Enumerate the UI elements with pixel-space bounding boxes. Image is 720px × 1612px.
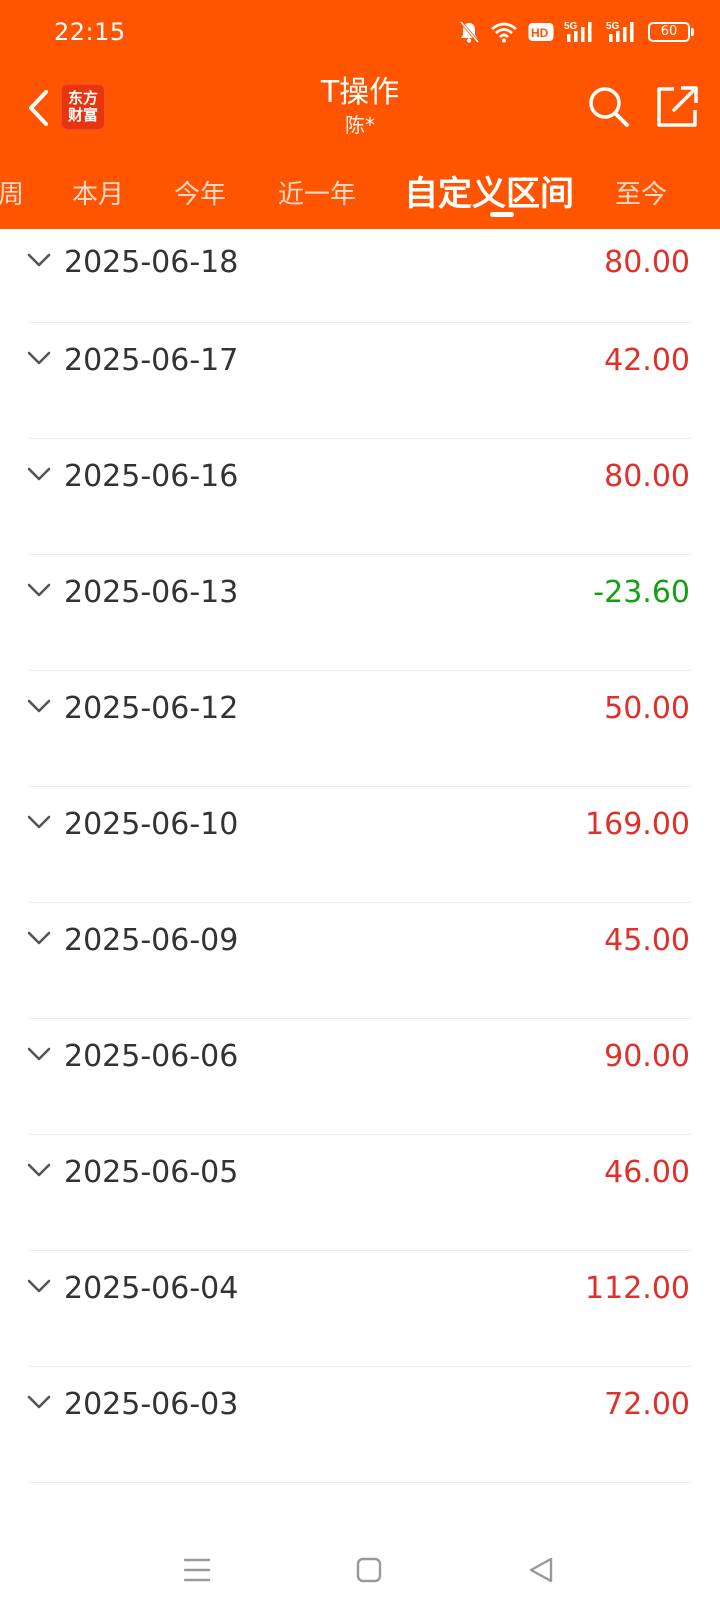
chevron-down-icon[interactable] xyxy=(26,349,52,367)
app-header: 22:15 HD 5G 5G 60 东方 财富 T操作 陈* 周 本月 今年 近… xyxy=(0,0,720,229)
row-amount: 50.00 xyxy=(604,691,690,726)
chevron-down-icon[interactable] xyxy=(26,251,52,269)
tab-to-date[interactable]: 至今 xyxy=(615,174,667,211)
page-title: T操作 xyxy=(320,75,400,110)
list-item[interactable]: 2025-06-17 42.00 xyxy=(0,323,720,439)
row-amount: 80.00 xyxy=(604,245,690,280)
row-date: 2025-06-09 xyxy=(64,923,239,958)
signal-5g-icon: 5G xyxy=(564,18,596,46)
row-date: 2025-06-17 xyxy=(64,343,239,378)
row-amount: -23.60 xyxy=(593,575,690,610)
logo-text-line2: 财富 xyxy=(67,106,98,124)
chevron-down-icon[interactable] xyxy=(26,1161,52,1179)
chevron-down-icon[interactable] xyxy=(26,581,52,599)
system-nav-bar xyxy=(0,1536,720,1612)
chevron-down-icon[interactable] xyxy=(26,465,52,483)
list-item[interactable]: 2025-06-16 80.00 xyxy=(0,439,720,555)
hd-badge-icon: HD xyxy=(528,18,554,46)
mute-bell-icon xyxy=(458,18,480,46)
row-amount: 112.00 xyxy=(585,1271,690,1306)
daily-profit-list: 2025-06-18 80.00 2025-06-17 42.00 2025-0… xyxy=(0,229,720,1483)
status-bar: 22:15 HD 5G 5G 60 xyxy=(0,0,720,64)
app-logo: 东方 财富 xyxy=(61,84,105,130)
row-date: 2025-06-16 xyxy=(64,459,239,494)
row-amount: 45.00 xyxy=(604,923,690,958)
nav-back-button[interactable] xyxy=(519,1548,563,1592)
tab-this-year[interactable]: 今年 xyxy=(174,174,226,211)
nav-home-button[interactable] xyxy=(347,1548,391,1592)
chevron-left-icon xyxy=(29,90,48,126)
divider xyxy=(28,1482,692,1483)
title-block: T操作 陈* xyxy=(210,74,510,138)
row-date: 2025-06-13 xyxy=(64,575,239,610)
chevron-down-icon[interactable] xyxy=(26,1277,52,1295)
row-date: 2025-06-12 xyxy=(64,691,239,726)
row-date: 2025-06-18 xyxy=(64,245,239,280)
logo-text-line1: 东方 xyxy=(67,89,98,107)
status-time: 22:15 xyxy=(54,18,126,46)
row-amount: 46.00 xyxy=(604,1155,690,1190)
period-tabs: 周 本月 今年 近一年 自定义区间 至今 xyxy=(0,160,720,229)
svg-text:5G: 5G xyxy=(564,21,578,32)
nav-menu-button[interactable] xyxy=(175,1548,219,1592)
row-date: 2025-06-03 xyxy=(64,1387,239,1422)
list-item[interactable]: 2025-06-03 72.00 xyxy=(0,1367,720,1483)
tab-custom-range[interactable]: 自定义区间 xyxy=(404,166,574,215)
signal-5g-icon: 5G xyxy=(606,18,638,46)
search-icon xyxy=(589,87,629,127)
chevron-down-icon[interactable] xyxy=(26,697,52,715)
battery-icon: 60 xyxy=(648,22,694,42)
menu-icon xyxy=(183,1558,211,1582)
row-amount: 72.00 xyxy=(604,1387,690,1422)
home-icon xyxy=(356,1557,382,1583)
chevron-down-icon[interactable] xyxy=(26,929,52,947)
list-item[interactable]: 2025-06-05 46.00 xyxy=(0,1135,720,1251)
back-button[interactable] xyxy=(20,86,56,130)
tab-this-month[interactable]: 本月 xyxy=(72,174,124,211)
chevron-down-icon[interactable] xyxy=(26,813,52,831)
page-subtitle: 陈* xyxy=(345,113,375,137)
row-date: 2025-06-06 xyxy=(64,1039,239,1074)
tab-last-year[interactable]: 近一年 xyxy=(278,174,356,211)
row-amount: 169.00 xyxy=(585,807,690,842)
list-item[interactable]: 2025-06-12 50.00 xyxy=(0,671,720,787)
tab-week[interactable]: 周 xyxy=(0,174,24,211)
share-button[interactable] xyxy=(654,84,700,130)
back-triangle-icon xyxy=(529,1557,553,1583)
svg-text:HD: HD xyxy=(531,26,549,40)
active-tab-indicator xyxy=(490,212,514,217)
battery-level: 60 xyxy=(648,22,690,42)
status-icons: HD 5G 5G 60 xyxy=(458,18,694,46)
svg-text:5G: 5G xyxy=(606,21,620,32)
chevron-down-icon[interactable] xyxy=(26,1045,52,1063)
wifi-icon xyxy=(490,18,518,46)
row-date: 2025-06-05 xyxy=(64,1155,239,1190)
row-amount: 80.00 xyxy=(604,459,690,494)
search-button[interactable] xyxy=(586,84,632,130)
row-date: 2025-06-10 xyxy=(64,807,239,842)
chevron-down-icon[interactable] xyxy=(26,1393,52,1411)
list-item[interactable]: 2025-06-04 112.00 xyxy=(0,1251,720,1367)
list-item[interactable]: 2025-06-09 45.00 xyxy=(0,903,720,1019)
list-item[interactable]: 2025-06-18 80.00 xyxy=(0,229,720,323)
share-icon xyxy=(657,86,698,127)
list-item[interactable]: 2025-06-10 169.00 xyxy=(0,787,720,903)
row-amount: 90.00 xyxy=(604,1039,690,1074)
row-amount: 42.00 xyxy=(604,343,690,378)
list-item[interactable]: 2025-06-13 -23.60 xyxy=(0,555,720,671)
list-item[interactable]: 2025-06-06 90.00 xyxy=(0,1019,720,1135)
row-date: 2025-06-04 xyxy=(64,1271,239,1306)
